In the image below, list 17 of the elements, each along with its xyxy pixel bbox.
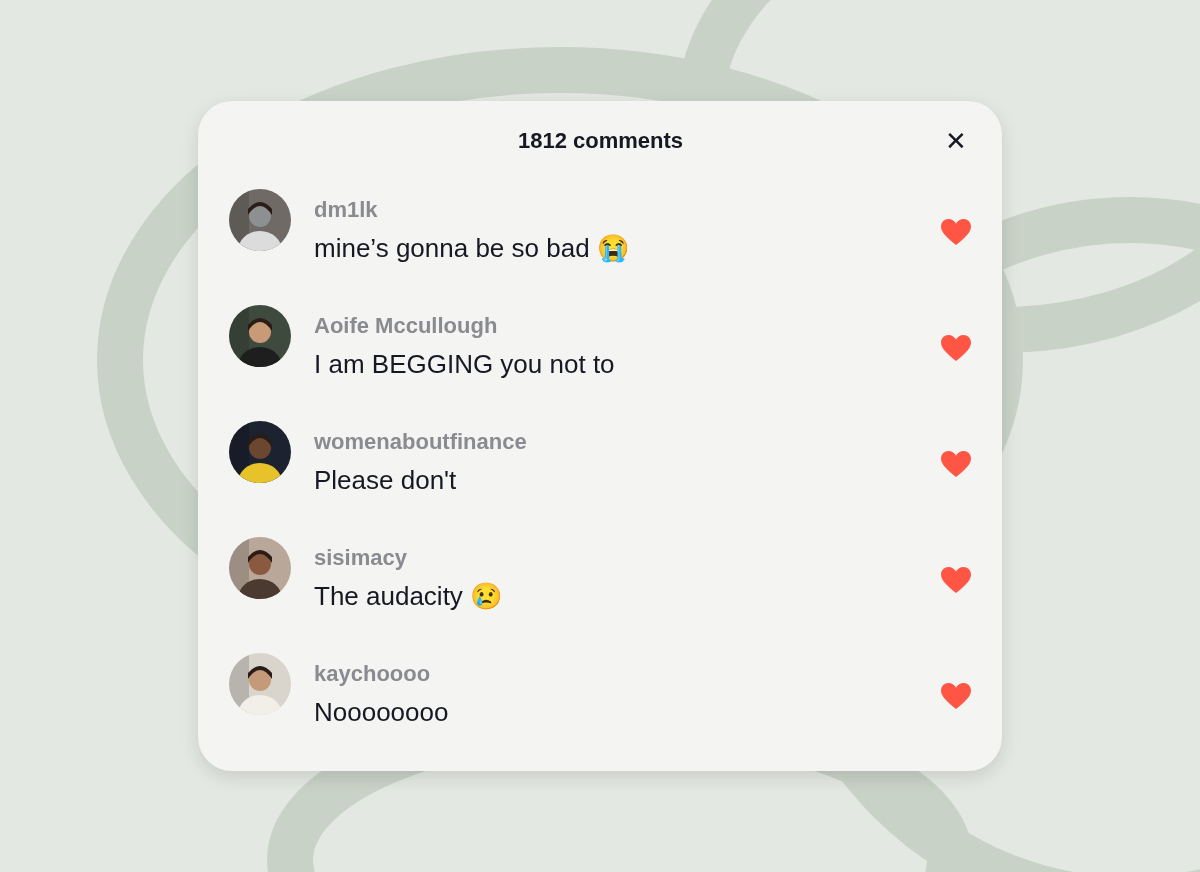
- heart-icon[interactable]: [940, 218, 972, 246]
- username[interactable]: Aoife Mccullough: [314, 312, 498, 339]
- comment-text: The audacity 😢: [314, 580, 503, 612]
- username[interactable]: kaychoooo: [314, 660, 431, 687]
- heart-icon[interactable]: [940, 682, 972, 710]
- username[interactable]: dm1lk: [314, 196, 378, 223]
- comment-text: Please don't: [314, 464, 457, 496]
- comment-text: I am BEGGING you not to: [314, 348, 615, 380]
- comment-text: mine’s gonna be so bad 😭: [314, 232, 629, 264]
- heart-icon[interactable]: [940, 566, 972, 594]
- username[interactable]: womenaboutfinance: [314, 428, 527, 455]
- comment-text: Noooooooo: [314, 696, 449, 728]
- close-button[interactable]: ✕: [940, 125, 972, 157]
- heart-icon[interactable]: [940, 334, 972, 362]
- panel-title: 1812 comments: [517, 128, 684, 154]
- heart-icon[interactable]: [940, 450, 972, 478]
- username[interactable]: sisimacy: [314, 544, 407, 571]
